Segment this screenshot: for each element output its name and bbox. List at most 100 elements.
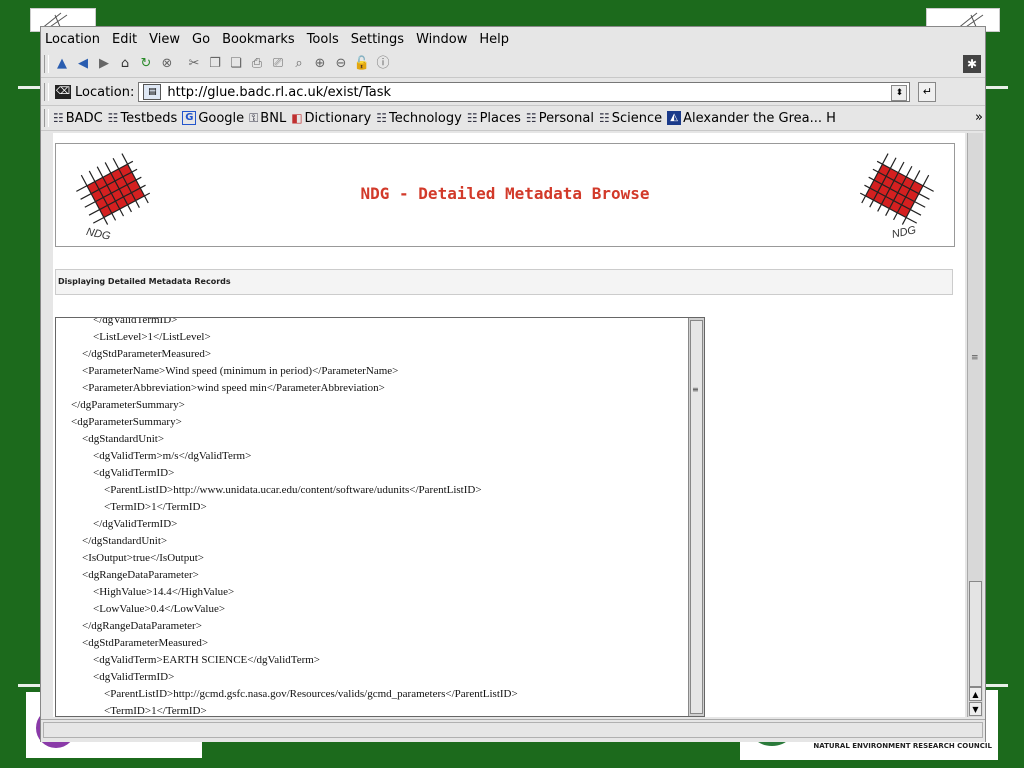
browser-window: Location Edit View Go Bookmarks Tools Se…: [40, 26, 986, 742]
xml-scrollbar-thumb[interactable]: [690, 320, 703, 714]
url-input[interactable]: ▤ http://glue.badc.rl.ac.uk/exist/Task ⬍: [138, 82, 911, 102]
stop-icon[interactable]: ⊗: [158, 55, 176, 73]
xml-line: <LowValue>0.4</LowValue>: [60, 603, 226, 615]
nerc-text: NATURAL ENVIRONMENT RESEARCH COUNCIL: [813, 742, 992, 750]
zoom-out-icon[interactable]: ⊖: [332, 55, 350, 73]
xml-line: </dgValidTermID>: [60, 317, 178, 326]
home-icon[interactable]: ⌂: [116, 55, 134, 73]
menu-go[interactable]: Go: [186, 32, 216, 47]
page-title: NDG - Detailed Metadata Browse: [360, 184, 650, 203]
throbber-icon: ✱: [963, 55, 981, 73]
page-content: NDG NDG - Detailed Metadata Browse NDG D…: [53, 133, 965, 717]
reload-icon[interactable]: ↻: [137, 55, 155, 73]
menu-location[interactable]: Location: [41, 32, 106, 47]
background-line-bottom-left: [18, 684, 42, 687]
forward-icon[interactable]: ▶: [95, 55, 113, 73]
menu-help[interactable]: Help: [473, 32, 515, 47]
bookmark-science[interactable]: ☷ Science: [599, 111, 662, 126]
folder-icon: ☷: [466, 111, 478, 125]
page-icon: ▤: [143, 84, 162, 100]
print-icon[interactable]: ⎙: [248, 55, 266, 73]
xml-line: </dgParameterSummary>: [60, 399, 185, 411]
xml-line: </dgStandardUnit>: [60, 535, 168, 547]
url-dropdown-icon[interactable]: ⬍: [891, 85, 908, 101]
cut-icon[interactable]: ✂: [185, 55, 203, 73]
url-text: http://glue.badc.rl.ac.uk/exist/Task: [167, 84, 392, 100]
xml-scrollbar[interactable]: ≡: [688, 318, 704, 716]
ndg-logo-left-text: NDG: [85, 226, 112, 240]
clear-location-icon[interactable]: ⌫: [55, 85, 71, 99]
background-line-top-left: [18, 86, 42, 89]
xml-line: </dgValidTermID>: [60, 518, 178, 530]
back-icon[interactable]: ◀: [74, 55, 92, 73]
page-scrollbar-thumb[interactable]: [969, 581, 982, 687]
copy-icon[interactable]: ❐: [206, 55, 224, 73]
folder-icon: ☷: [525, 111, 537, 125]
menu-bookmarks[interactable]: Bookmarks: [216, 32, 301, 47]
xml-line: <dgValidTerm>EARTH SCIENCE</dgValidTerm>: [60, 654, 321, 666]
menu-settings[interactable]: Settings: [345, 32, 410, 47]
bookmark-testbeds[interactable]: ☷ Testbeds: [108, 111, 178, 126]
info-bar: Displaying Detailed Metadata Records: [55, 269, 953, 295]
xml-line: </dgRangeDataParameter>: [60, 620, 202, 632]
background-line-bottom-right: [986, 684, 1008, 687]
scroll-down-button[interactable]: ▼: [969, 702, 982, 716]
google-icon: G: [182, 111, 197, 125]
info-icon[interactable]: ⓘ: [374, 55, 392, 73]
xml-line: <dgValidTermID>: [60, 671, 175, 683]
alexander-icon: ◭: [667, 111, 682, 125]
background-line-top-right: [986, 86, 1008, 89]
folder-icon: ☷: [107, 111, 119, 125]
xml-content: </dgValidTermID> <ListLevel>1</ListLevel…: [60, 317, 688, 716]
up-icon[interactable]: ▲: [53, 55, 71, 73]
bookmark-bnl[interactable]: ⚿ BNL: [249, 111, 286, 126]
location-bar: ⌫ Location: ▤ http://glue.badc.rl.ac.uk/…: [41, 79, 985, 106]
paste-icon[interactable]: ❏: [227, 55, 245, 73]
find-icon[interactable]: ⌕: [290, 55, 308, 73]
folder-icon: ☷: [53, 111, 64, 125]
page-scrollbar[interactable]: ≡ ▲ ▼: [967, 133, 983, 717]
xml-line: <dgParameterSummary>: [60, 416, 182, 428]
bookmark-places[interactable]: ☷ Places: [467, 111, 521, 126]
menu-edit[interactable]: Edit: [106, 32, 143, 47]
ndg-logo-right-text: NDG: [891, 224, 918, 240]
menu-tools[interactable]: Tools: [301, 32, 345, 47]
xml-line: <dgStdParameterMeasured>: [60, 637, 209, 649]
bookmarks-bar-grip[interactable]: [44, 109, 49, 127]
xml-line: <dgRangeDataParameter>: [60, 569, 199, 581]
main-toolbar: ▲ ◀ ▶ ⌂ ↻ ⊗ ✂ ❐ ❏ ⎙ ⎚ ⌕ ⊕ ⊖ 🔓 ⓘ: [41, 51, 985, 78]
bookmark-dictionary[interactable]: ◧ Dictionary: [291, 111, 371, 126]
folder-icon: ☷: [376, 111, 387, 125]
xml-textarea[interactable]: </dgValidTermID> <ListLevel>1</ListLevel…: [55, 317, 705, 717]
bookmark-google[interactable]: G Google: [182, 111, 244, 126]
bookmark-alexander[interactable]: ◭ Alexander the Grea... H: [667, 111, 836, 126]
folder-icon: ☷: [598, 111, 610, 125]
scroll-up-button[interactable]: ▲: [969, 687, 982, 701]
xml-line: <TermID>1</TermID>: [60, 501, 207, 513]
bookmark-personal[interactable]: ☷ Personal: [526, 111, 594, 126]
toolbar-grip[interactable]: [44, 55, 49, 73]
bookmarks-bar: ☷ BADC ☷ Testbeds G Google ⚿ BNL ◧ Dictionary…: [41, 106, 985, 131]
bnl-icon: ⚿: [249, 110, 259, 125]
bookmark-technology[interactable]: ☷ Technology: [376, 111, 462, 126]
location-bar-grip[interactable]: [44, 83, 49, 101]
xml-line: <dgValidTermID>: [60, 467, 175, 479]
print-preview-icon[interactable]: ⎚: [269, 55, 287, 73]
menu-bar: Location Edit View Go Bookmarks Tools Se…: [41, 27, 985, 51]
xml-line: <dgValidTerm>m/s</dgValidTerm>: [60, 450, 252, 462]
menu-view[interactable]: View: [143, 32, 186, 47]
xml-line: <ParameterAbbreviation>wind speed min</P…: [60, 382, 385, 394]
xml-line: <ListLevel>1</ListLevel>: [60, 331, 211, 343]
bookmark-badc[interactable]: ☷ BADC: [53, 111, 103, 126]
dictionary-icon: ◧: [291, 111, 303, 125]
bookmarks-overflow-button[interactable]: »: [973, 110, 983, 125]
security-lock-icon[interactable]: 🔓: [353, 55, 371, 73]
scrollbar-grip-icon: ≡: [971, 353, 979, 363]
page-header: NDG NDG - Detailed Metadata Browse NDG: [55, 143, 955, 247]
menu-window[interactable]: Window: [410, 32, 473, 47]
zoom-in-icon[interactable]: ⊕: [311, 55, 329, 73]
go-button[interactable]: ↵: [918, 82, 937, 102]
status-field: [43, 722, 983, 738]
xml-scrollbar-grip-icon: ≡: [692, 385, 699, 394]
xml-line: <HighValue>14.4</HighValue>: [60, 586, 235, 598]
